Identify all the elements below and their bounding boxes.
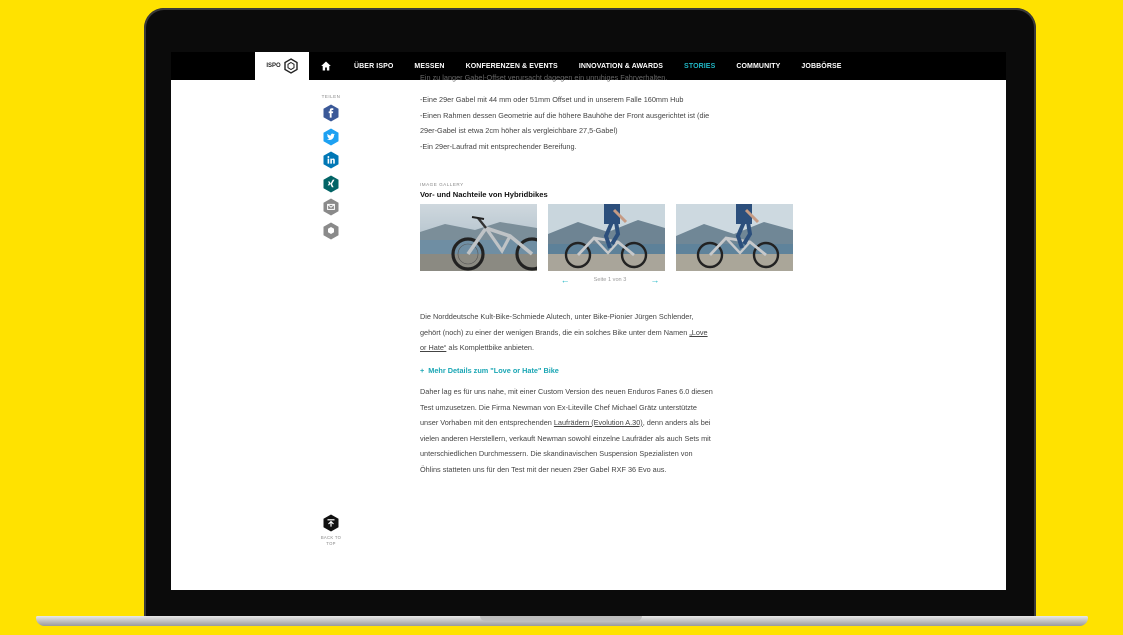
more-details-label: Mehr Details zum "Love or Hate" Bike [428, 365, 559, 375]
nav-item-innovation-awards[interactable]: INNOVATION & AWARDS [579, 63, 663, 70]
gallery-pager: ← Seite 1 von 3 → [420, 273, 800, 287]
gallery-label: IMAGE GALLERY [420, 182, 464, 187]
paragraph-line: gehört (noch) zu einer der wenigen Brand… [420, 325, 800, 341]
share-more-icon[interactable] [323, 222, 339, 240]
back-to-top-label: BACK TO [320, 535, 342, 540]
love-or-hate-link[interactable]: „Love [689, 328, 707, 337]
arrow-left-icon[interactable]: ← [561, 273, 570, 287]
twitter-icon[interactable] [323, 128, 339, 146]
xing-icon[interactable] [323, 175, 339, 193]
ispo-logo[interactable]: ISPO [255, 52, 309, 80]
logo-hexagon-icon [283, 58, 298, 74]
nav-item-community[interactable]: COMMUNITY [736, 63, 780, 70]
text-span: als Komplettbike anbieten. [446, 343, 534, 352]
list-line: -Ein 29er-Laufrad mit entsprechender Ber… [420, 141, 577, 151]
arrow-right-icon[interactable]: → [650, 273, 659, 287]
back-to-top-label: TOP [326, 540, 336, 546]
browser-screen: ISPO ÜBER ISPO MESSEN KONFERENZEN & EVEN… [171, 52, 1006, 590]
paragraph-line: Test umzusetzen. Die Firma Newman von Ex… [420, 402, 697, 412]
logo-text: ISPO [266, 63, 281, 69]
gallery-image-bike-closeup[interactable] [420, 204, 537, 271]
text-span: unser Vorhaben mit den entsprechenden [420, 418, 554, 427]
article-body: -Eine 29er Gabel mit 44 mm oder 51mm Off… [420, 80, 800, 477]
paragraph-line: vielen anderen Herstellern, verkauft New… [420, 433, 711, 443]
list-line: -Einen Rahmen dessen Geometrie auf die h… [420, 110, 710, 120]
share-sidebar: TEILEN [319, 94, 343, 245]
list-line: -Eine 29er Gabel mit 44 mm oder 51mm Off… [420, 95, 684, 104]
back-to-top-button[interactable]: BACK TO TOP [319, 514, 343, 546]
paragraph-line: Öhlins statteten uns für den Test mit de… [420, 464, 667, 474]
gallery-image-rider-2[interactable] [676, 204, 793, 271]
email-icon[interactable] [323, 198, 339, 216]
arrow-up-icon [323, 514, 339, 532]
more-details-link[interactable]: + Mehr Details zum "Love or Hate" Bike [420, 363, 800, 379]
paragraph-line: Daher lag es für uns nahe, mit einer Cus… [420, 387, 713, 396]
home-icon[interactable] [321, 61, 331, 71]
facebook-icon[interactable] [323, 104, 339, 122]
share-label: TEILEN [321, 94, 341, 99]
paragraph-line: Die Norddeutsche Kult-Bike-Schmiede Alut… [420, 312, 694, 321]
love-or-hate-link[interactable]: or Hate“ [420, 343, 446, 352]
paragraph-line: unterschiedlichen Durchmessern. Die skan… [420, 449, 693, 458]
linkedin-icon[interactable] [323, 151, 339, 169]
text-span: gehört (noch) zu einer der wenigen Brand… [420, 327, 690, 337]
list-line: 29er-Gabel ist etwa 2cm höher als vergle… [420, 126, 618, 135]
nav-item-stories[interactable]: STORIES [684, 63, 715, 70]
image-gallery [420, 204, 800, 271]
pager-text: Seite 1 von 3 [593, 277, 627, 283]
laptop-base-notch [480, 616, 642, 621]
nav-item-messen[interactable]: MESSEN [414, 63, 444, 70]
text-span: , denn anders als bei [642, 418, 711, 427]
plus-icon: + [420, 365, 425, 375]
paragraph-line: or Hate“ als Komplettbike anbieten. [420, 340, 800, 356]
gallery-image-rider-1[interactable] [548, 204, 665, 271]
paragraph-line: unser Vorhaben mit den entsprechenden La… [420, 415, 800, 431]
nav-item-ueber-ispo[interactable]: ÜBER ISPO [354, 63, 393, 70]
nav-item-konferenzen-events[interactable]: KONFERENZEN & EVENTS [466, 63, 558, 70]
gallery-title: Vor- und Nachteile von Hybridbikes [420, 190, 548, 199]
nav-item-jobboerse[interactable]: JOBBÖRSE [801, 63, 841, 70]
laufraeder-link[interactable]: Laufrädern (Evolution A.30) [554, 418, 643, 427]
